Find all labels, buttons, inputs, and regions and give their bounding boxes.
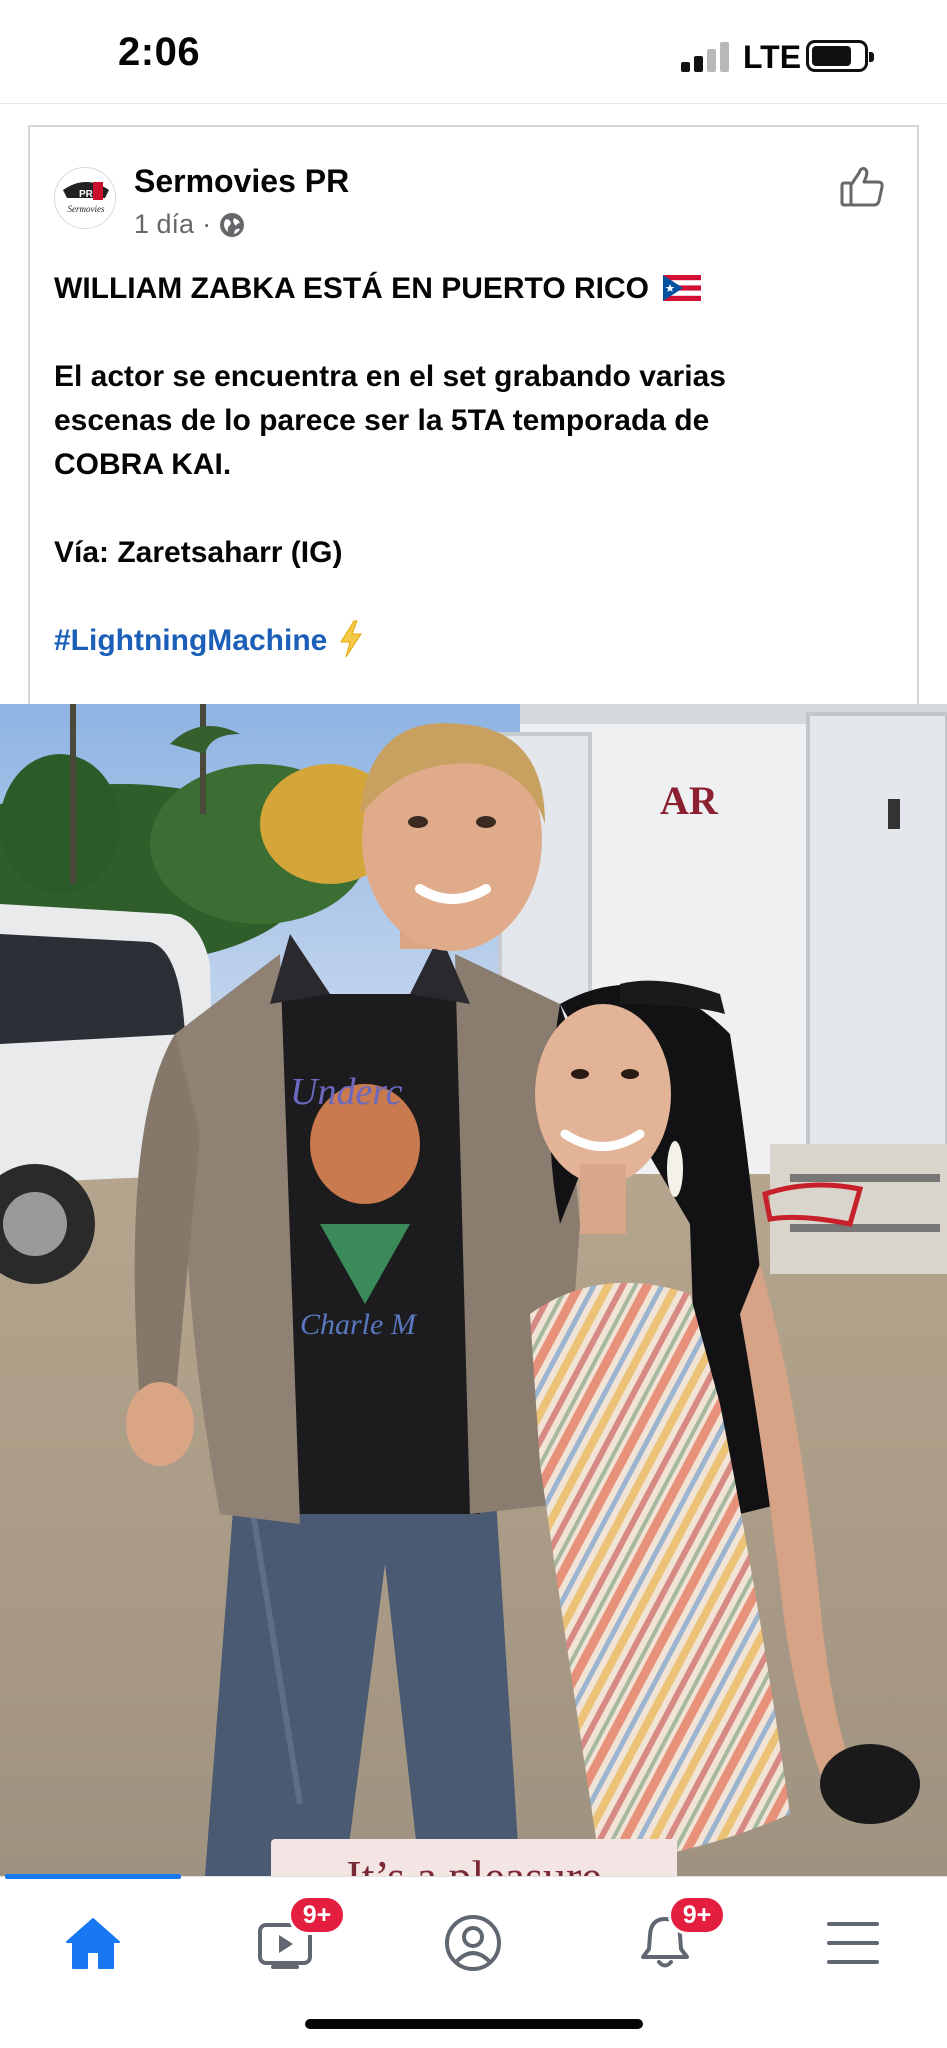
- tab-profile[interactable]: [428, 1907, 518, 1979]
- notifications-badge: 9+: [668, 1895, 726, 1935]
- tab-menu[interactable]: [808, 1907, 898, 1979]
- page-avatar[interactable]: PR Sermovies: [54, 167, 116, 229]
- status-bar: 2:06 LTE: [0, 0, 947, 104]
- battery-icon: [806, 40, 874, 72]
- active-tab-indicator: [5, 1874, 181, 1879]
- hashtag-link[interactable]: #LightningMachine: [54, 624, 327, 657]
- like-icon[interactable]: [838, 163, 886, 211]
- post-card: PR Sermovies Sermovies PR 1 día · WILLIA…: [28, 125, 919, 705]
- post-body-line-3: COBRA KAI.: [54, 448, 232, 481]
- home-indicator[interactable]: [305, 2019, 643, 2029]
- meta-separator: ·: [202, 209, 212, 239]
- page-name[interactable]: Sermovies PR: [134, 163, 349, 200]
- trailer-logo: AR: [660, 778, 719, 823]
- status-time: 2:06: [118, 30, 201, 74]
- post-photo[interactable]: AR Underc Charle M: [0, 704, 947, 1876]
- svg-text:Charle M: Charle M: [300, 1308, 418, 1341]
- globe-icon: [219, 212, 245, 238]
- post-age[interactable]: 1 día: [134, 209, 194, 240]
- watch-badge: 9+: [288, 1895, 346, 1935]
- post-text: WILLIAM ZABKA ESTÁ EN PUERTO RICO El act…: [54, 267, 894, 663]
- lightning-bolt-icon: [338, 620, 364, 658]
- network-type: LTE: [743, 39, 802, 75]
- post-source: Vía: Zaretsaharr (IG): [54, 536, 343, 569]
- tab-watch[interactable]: 9+: [240, 1895, 346, 1979]
- post-headline: WILLIAM ZABKA ESTÁ EN PUERTO RICO: [54, 272, 649, 305]
- puerto-rico-flag-icon: [663, 270, 702, 301]
- signal-strength-icon: [681, 42, 731, 72]
- tab-home[interactable]: [48, 1907, 138, 1979]
- photo-caption-sticker: It’s a pleasure: [271, 1839, 677, 1876]
- post-body-line-1: El actor se encuentra en el set grabando…: [54, 360, 726, 393]
- post-meta: 1 día ·: [134, 209, 245, 240]
- home-icon: [66, 1918, 120, 1969]
- hamburger-menu-icon: [827, 1922, 879, 1964]
- profile-icon: [445, 1915, 501, 1971]
- svg-text:Underc: Underc: [290, 1071, 403, 1113]
- avatar-subtext: Sermovies: [68, 204, 105, 214]
- post-body-line-2: escenas de lo parece ser la 5TA temporad…: [54, 404, 710, 437]
- tab-notifications[interactable]: 9+: [620, 1895, 726, 1979]
- avatar-text: PR: [79, 189, 94, 200]
